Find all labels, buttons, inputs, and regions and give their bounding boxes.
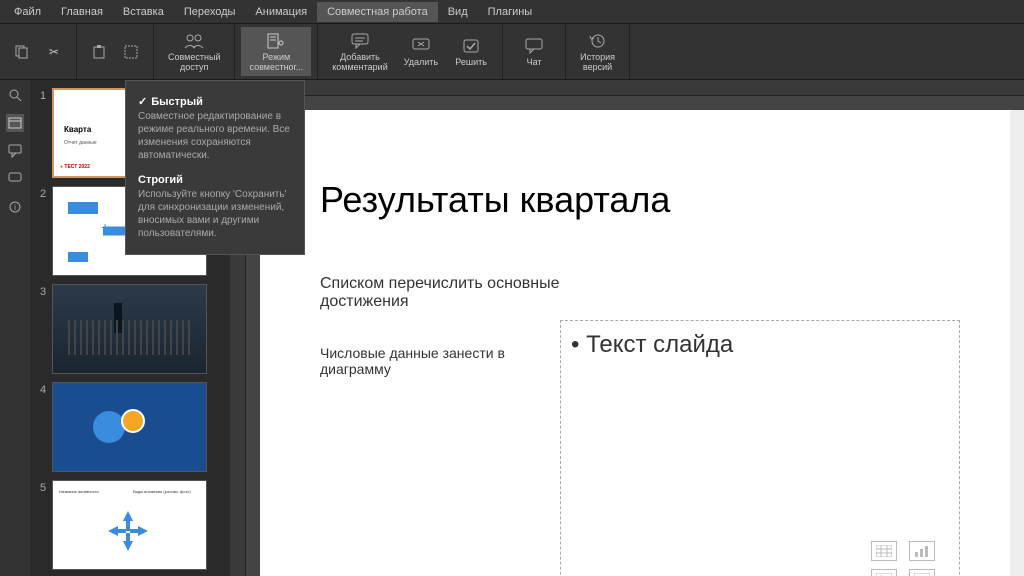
content-insert-icons [871, 541, 939, 576]
scissors-icon: ✂ [44, 42, 64, 62]
menu-collaboration[interactable]: Совместная работа [317, 2, 438, 22]
history-button[interactable]: История версий [572, 27, 623, 77]
content-placeholder-text: • Текст слайда [571, 331, 949, 359]
slide-thumb-5[interactable]: Название активности Виды вложения (ролик… [52, 480, 207, 570]
search-icon[interactable] [6, 86, 24, 104]
menu-bar: Файл Главная Вставка Переходы Анимация С… [0, 0, 1024, 24]
insert-image-url-icon[interactable] [909, 569, 935, 576]
toolbar-ribbon: ✂ Совместный доступ Режим совместног... … [0, 24, 1024, 80]
cut-button[interactable]: ✂ [38, 38, 70, 66]
thumb1-subtitle: Отчет данные [64, 140, 97, 146]
chat-icon [524, 36, 544, 56]
content-placeholder[interactable]: • Текст слайда [560, 320, 960, 576]
users-icon [184, 31, 204, 51]
select-button[interactable] [115, 38, 147, 66]
menu-home[interactable]: Главная [51, 2, 113, 22]
checkbox-icon [461, 36, 481, 56]
dropdown-strict-desc: Используйте кнопку 'Сохранить' для синхр… [138, 188, 292, 240]
slide-number-1: 1 [34, 88, 52, 178]
sharing-label: Совместный доступ [168, 53, 220, 73]
dropdown-fast-title: Быстрый [151, 96, 203, 108]
insert-image-icon[interactable] [871, 569, 897, 576]
insert-chart-icon[interactable] [909, 541, 935, 561]
coedit-mode-button[interactable]: Режим совместног... [241, 27, 311, 77]
slide-number-2: 2 [34, 186, 52, 276]
chat-panel-icon[interactable] [6, 170, 24, 188]
slide-subtitle[interactable]: Списком перечислить основные достижения [320, 275, 600, 311]
add-comment-button[interactable]: Добавить комментарий [324, 27, 395, 77]
slide-text-left[interactable]: Числовые данные занести в диаграмму [320, 345, 550, 377]
thumb1-logo: ● ТЕСТ 2022 [60, 164, 90, 170]
comments-panel-icon[interactable] [6, 142, 24, 160]
slide-canvas-area: Результаты квартала Списком перечислить … [230, 80, 1024, 576]
history-icon [588, 31, 608, 51]
menu-insert[interactable]: Вставка [113, 2, 174, 22]
document-users-icon [266, 31, 286, 51]
comment-icon [350, 31, 370, 51]
add-comment-label: Добавить комментарий [332, 53, 387, 73]
coedit-mode-label: Режим совместног... [249, 53, 303, 73]
history-label: История версий [580, 53, 615, 73]
select-icon [121, 42, 141, 62]
paste-icon [89, 42, 109, 62]
resolve-label: Решить [455, 58, 487, 68]
menu-animation[interactable]: Анимация [245, 2, 317, 22]
dropdown-strict-title: Строгий [138, 174, 292, 186]
current-slide[interactable]: Результаты квартала Списком перечислить … [260, 110, 1010, 576]
left-rail: i [0, 80, 30, 576]
resolve-button[interactable]: Решить [446, 32, 496, 72]
slide-number-3: 3 [34, 284, 52, 374]
menu-plugins[interactable]: Плагины [478, 2, 543, 22]
copy-icon [12, 42, 32, 62]
coedit-mode-dropdown: ✓ Быстрый Совместное редактирование в реж… [125, 80, 305, 255]
paste-button[interactable] [83, 38, 115, 66]
copy-button[interactable] [6, 38, 38, 66]
delete-comment-icon [411, 36, 431, 56]
slide-title[interactable]: Результаты квартала [320, 180, 670, 220]
dropdown-item-fast[interactable]: ✓ Быстрый Совместное редактирование в реж… [126, 89, 304, 168]
slide-number-4: 4 [34, 382, 52, 472]
insert-table-icon[interactable] [871, 541, 897, 561]
checkmark-icon: ✓ [138, 95, 147, 108]
chat-button[interactable]: Чат [509, 32, 559, 72]
sharing-button[interactable]: Совместный доступ [160, 27, 228, 77]
menu-file[interactable]: Файл [4, 2, 51, 22]
delete-comment-label: Удалить [404, 58, 438, 68]
slides-panel-icon[interactable] [6, 114, 24, 132]
slide-number-5: 5 [34, 480, 52, 570]
menu-transitions[interactable]: Переходы [174, 2, 246, 22]
chat-label: Чат [527, 58, 542, 68]
menu-view[interactable]: Вид [438, 2, 478, 22]
dropdown-fast-desc: Совместное редактирование в режиме реаль… [138, 110, 292, 162]
slide-thumb-3[interactable] [52, 284, 207, 374]
slide-thumb-4[interactable] [52, 382, 207, 472]
feedback-icon[interactable]: i [6, 198, 24, 216]
horizontal-ruler [230, 80, 1024, 96]
svg-text:i: i [14, 203, 16, 212]
dropdown-item-strict[interactable]: Строгий Используйте кнопку 'Сохранить' д… [126, 168, 304, 246]
thumb1-title: Кварта [64, 125, 91, 134]
delete-comment-button[interactable]: Удалить [396, 32, 446, 72]
